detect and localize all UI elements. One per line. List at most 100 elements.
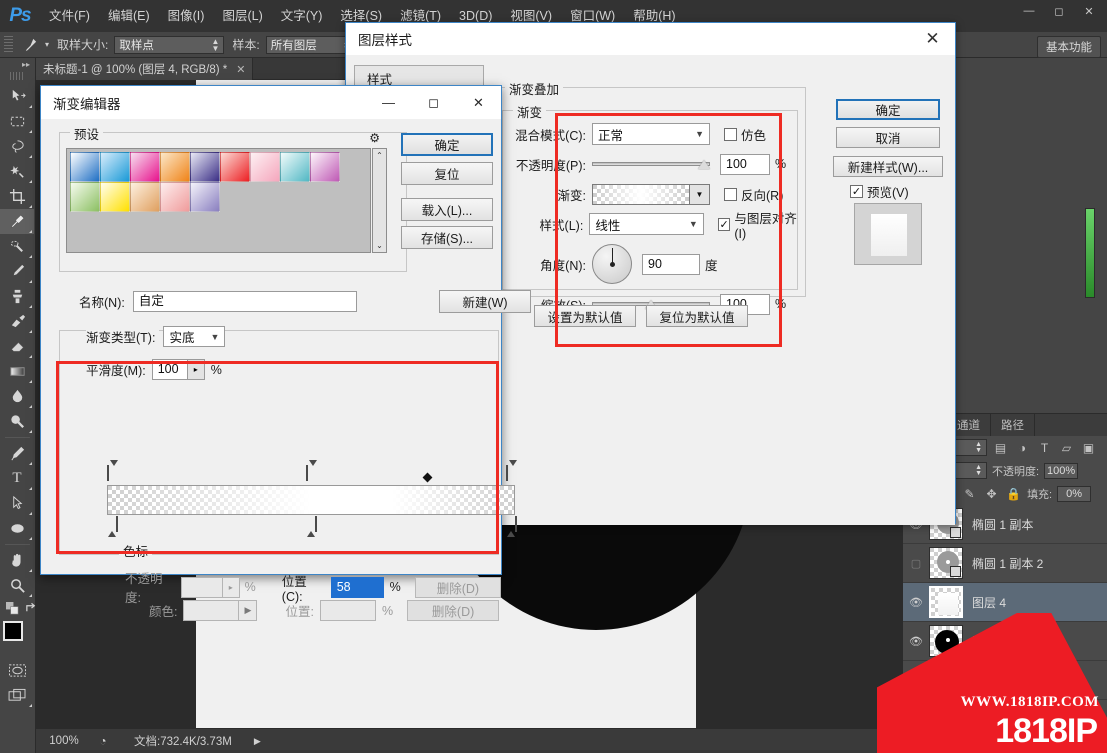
ge-minimize-icon[interactable]: — [366, 86, 411, 119]
preset-swatch[interactable] [70, 152, 100, 182]
gradient-type-select[interactable]: 实底 ▼ [163, 326, 226, 347]
color-swatches[interactable] [2, 620, 36, 654]
layer-row-ellipse-copy-2[interactable]: ▢ 椭圆 1 副本 2 [903, 544, 1107, 583]
presets-scrollbar[interactable]: ⌃ ⌄ [372, 148, 387, 253]
ellipse-tool[interactable] [0, 516, 34, 541]
preset-swatch[interactable] [190, 152, 220, 182]
shape-filter-icon[interactable]: ▱ [1058, 441, 1075, 455]
marquee-tool[interactable] [0, 109, 34, 134]
screen-mode-tool[interactable] [0, 683, 34, 708]
dodge-tool[interactable] [0, 409, 34, 434]
reverse-checkbox[interactable]: 反向(R) [724, 185, 783, 204]
lasso-tool[interactable] [0, 134, 34, 159]
blend-mode-select[interactable]: 正常 ▼ [592, 123, 710, 145]
layer-thumbnail-2[interactable] [929, 547, 963, 579]
layer-visibility-icon-4[interactable]: 👁 [903, 635, 929, 648]
zoom-level[interactable]: 100% [36, 735, 92, 747]
menu-file[interactable]: 文件(F) [40, 0, 99, 32]
lock-position-icon[interactable]: ✥ [983, 487, 1000, 501]
gradient-reset-button[interactable]: 复位 [401, 162, 493, 185]
document-tab[interactable]: 未标题-1 @ 100% (图层 4, RGB/8) * ✕ [36, 58, 254, 80]
ge-maximize-icon[interactable]: ◻ [411, 86, 456, 119]
layer-fill-value[interactable]: 0% [1057, 485, 1092, 502]
opacity-stop-100[interactable] [506, 460, 517, 481]
tab-paths[interactable]: 路径 [991, 414, 1035, 436]
gradient-save-button[interactable]: 存储(S)... [401, 226, 493, 249]
magic-wand-tool[interactable] [0, 159, 34, 184]
angle-input[interactable]: 90 [642, 253, 700, 275]
brush-tool[interactable] [0, 259, 34, 284]
preset-swatch[interactable] [70, 182, 100, 212]
layer-row-layer-4[interactable]: 👁 图层 4 [903, 583, 1107, 622]
pen-tool[interactable] [0, 441, 34, 466]
gradient-tool[interactable] [0, 359, 34, 384]
opacity-input[interactable]: 100 [720, 153, 770, 175]
minimize-button[interactable]: — [1015, 2, 1043, 20]
preset-swatch[interactable] [130, 152, 160, 182]
gradient-new-button[interactable]: 新建(W) [439, 290, 531, 313]
layer-style-close-icon[interactable]: ✕ [910, 23, 955, 55]
zoom-tool[interactable] [0, 573, 34, 598]
quick-mask-tool[interactable] [0, 658, 34, 683]
workspace-button[interactable]: 基本功能 [1037, 36, 1101, 58]
layer-thumbnail-5[interactable] [929, 664, 963, 696]
new-style-button[interactable]: 新建样式(W)... [833, 156, 943, 177]
gradient-preview-swatch[interactable]: ▼ [592, 183, 710, 205]
preview-checkbox[interactable]: ✓ 预览(V) [850, 182, 909, 201]
layer-visibility-icon-3[interactable]: 👁 [903, 596, 929, 609]
preset-swatch[interactable] [160, 182, 190, 212]
smoothness-stepper-icon[interactable]: ▸ [187, 359, 205, 380]
foreground-color-swatch[interactable] [3, 621, 23, 641]
preset-swatch[interactable] [310, 152, 340, 182]
gradient-dropdown-icon[interactable]: ▼ [689, 184, 709, 204]
sample-select[interactable]: 所有图层 ▲▼ [265, 35, 356, 54]
color-slider[interactable] [1085, 208, 1095, 298]
gradient-style-select[interactable]: 线性 ▼ [589, 213, 704, 235]
layer-style-ok-button[interactable]: 确定 [836, 99, 940, 120]
color-stop-100[interactable] [506, 516, 517, 537]
set-default-button[interactable]: 设置为默认值 [534, 305, 636, 327]
collapse-tools-icon[interactable]: ▸▸ [0, 58, 35, 72]
menu-edit[interactable]: 编辑(E) [99, 0, 159, 32]
status-menu-caret-icon[interactable]: ▶ [254, 736, 261, 747]
align-layer-checkbox[interactable]: ✓ 与图层对齐(I) [717, 208, 806, 241]
adjustment-filter-icon[interactable]: ◑ [1014, 441, 1031, 455]
preset-swatch[interactable] [190, 182, 220, 212]
close-tab-icon[interactable]: ✕ [236, 63, 245, 76]
preset-swatch[interactable] [100, 182, 130, 212]
stop-position-input-1[interactable]: 58 [330, 576, 384, 598]
type-filter-icon[interactable]: T [1036, 441, 1053, 455]
opacity-slider[interactable] [592, 156, 710, 172]
preset-swatch[interactable] [160, 152, 190, 182]
lock-all-icon[interactable]: 🔒 [1005, 487, 1022, 501]
preset-swatch[interactable] [220, 152, 250, 182]
eyedropper-icon[interactable] [18, 35, 42, 55]
angle-dial[interactable] [592, 244, 632, 284]
ge-close-icon[interactable]: ✕ [456, 86, 501, 119]
menu-type[interactable]: 文字(Y) [272, 0, 332, 32]
gradient-ok-button[interactable]: 确定 [401, 133, 493, 156]
opacity-slider-knob[interactable] [698, 160, 710, 169]
scroll-down-icon[interactable]: ⌄ [376, 241, 383, 250]
layer-row-layer-3[interactable]: 👁 图层 3 [903, 622, 1107, 661]
preset-swatch[interactable] [130, 182, 160, 212]
hand-tool[interactable] [0, 548, 34, 573]
preset-swatch[interactable] [280, 152, 310, 182]
layer-visibility-icon-5[interactable]: 👁 [903, 674, 929, 687]
eraser-tool[interactable] [0, 334, 34, 359]
layer-thumbnail-3[interactable] [929, 586, 963, 618]
preset-swatch[interactable] [250, 152, 280, 182]
history-brush-tool[interactable] [0, 309, 34, 334]
clone-stamp-tool[interactable] [0, 284, 34, 309]
blur-tool[interactable] [0, 384, 34, 409]
gradient-name-input[interactable]: 自定 [132, 291, 357, 312]
type-tool[interactable]: T [0, 466, 34, 491]
maximize-button[interactable]: ◻ [1045, 2, 1073, 20]
move-tool[interactable] [0, 84, 34, 109]
options-bar-grip[interactable] [4, 35, 13, 54]
default-colors-icon[interactable] [6, 602, 19, 618]
healing-brush-tool[interactable] [0, 234, 34, 259]
eyedropper-tool[interactable] [0, 209, 34, 234]
gear-icon[interactable]: ⚙ [369, 131, 380, 145]
layer-style-cancel-button[interactable]: 取消 [836, 127, 940, 148]
